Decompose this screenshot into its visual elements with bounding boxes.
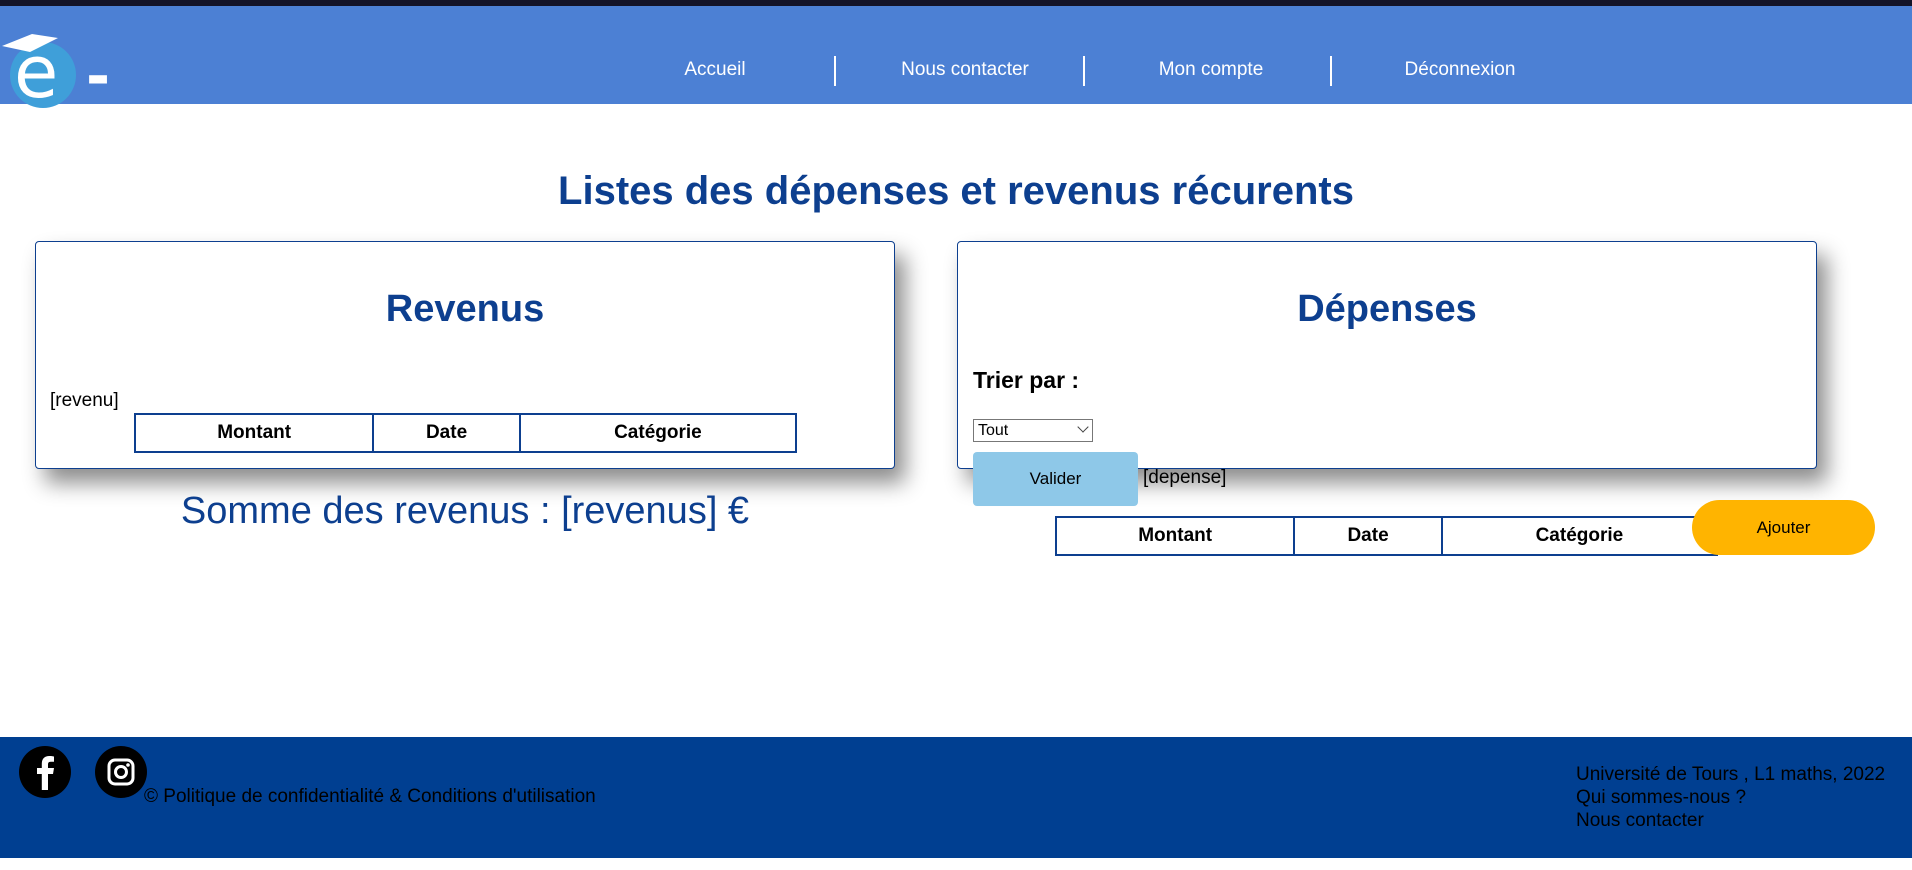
nav-separator	[1083, 56, 1085, 86]
facebook-icon[interactable]	[19, 746, 71, 798]
nav-accueil[interactable]: Accueil	[590, 54, 840, 86]
column-header-montant: Montant	[1054, 516, 1296, 556]
nav-separator	[834, 56, 836, 86]
footer-about-link[interactable]: Qui sommes-nous ?	[1576, 786, 1885, 809]
footer-legal-link[interactable]: © Politique de confidentialité & Conditi…	[144, 786, 596, 808]
nav-separator	[1330, 56, 1332, 86]
logo-text: -THUNEDIENT	[86, 42, 517, 170]
depense-placeholder: [depense]	[1143, 467, 1227, 488]
site-header: e -THUNEDIENT Accueil Nous contacter Mon…	[0, 6, 1912, 166]
logo-letter: e	[14, 30, 59, 114]
sort-selected-value: Tout	[978, 422, 1009, 439]
table-header-row: Montant Date Catégorie	[1054, 516, 1719, 556]
column-header-date: Date	[1293, 516, 1443, 556]
site-footer: © Politique de confidentialité & Conditi…	[0, 737, 1912, 858]
footer-contact-link[interactable]: Nous contacter	[1576, 809, 1885, 832]
depenses-table: Montant Date Catégorie	[1054, 516, 1719, 556]
site-logo[interactable]: e -THUNEDIENT	[0, 18, 516, 166]
depenses-title: Dépenses	[1297, 288, 1477, 330]
main-nav: Accueil Nous contacter Mon compte Déconn…	[590, 54, 1590, 90]
column-header-date: Date	[372, 413, 521, 453]
table-header-row: Montant Date Catégorie	[133, 413, 798, 453]
sort-select[interactable]: Tout	[973, 419, 1093, 442]
chevron-down-icon	[1077, 421, 1089, 433]
revenu-placeholder: [revenu]	[50, 390, 119, 411]
revenus-table: Montant Date Catégorie	[133, 413, 798, 453]
revenus-title: Revenus	[385, 288, 545, 330]
column-header-montant: Montant	[133, 413, 375, 453]
revenus-sum: Somme des revenus : [revenus] €	[180, 490, 750, 532]
validate-button[interactable]: Valider	[973, 452, 1138, 506]
footer-info: Université de Tours , L1 maths, 2022 Qui…	[1576, 763, 1885, 832]
sort-label: Trier par :	[973, 367, 1080, 393]
column-header-categorie: Catégorie	[1440, 516, 1719, 556]
bottom-strip	[0, 858, 1912, 870]
nav-nous-contacter[interactable]: Nous contacter	[840, 54, 1090, 86]
instagram-icon[interactable]	[95, 746, 147, 798]
add-button[interactable]: Ajouter	[1692, 500, 1875, 555]
column-header-categorie: Catégorie	[518, 413, 798, 453]
nav-deconnexion[interactable]: Déconnexion	[1335, 54, 1585, 86]
page-title: Listes des dépenses et revenus récurents	[558, 169, 1354, 213]
nav-mon-compte[interactable]: Mon compte	[1086, 54, 1336, 86]
footer-university: Université de Tours , L1 maths, 2022	[1576, 764, 1886, 785]
